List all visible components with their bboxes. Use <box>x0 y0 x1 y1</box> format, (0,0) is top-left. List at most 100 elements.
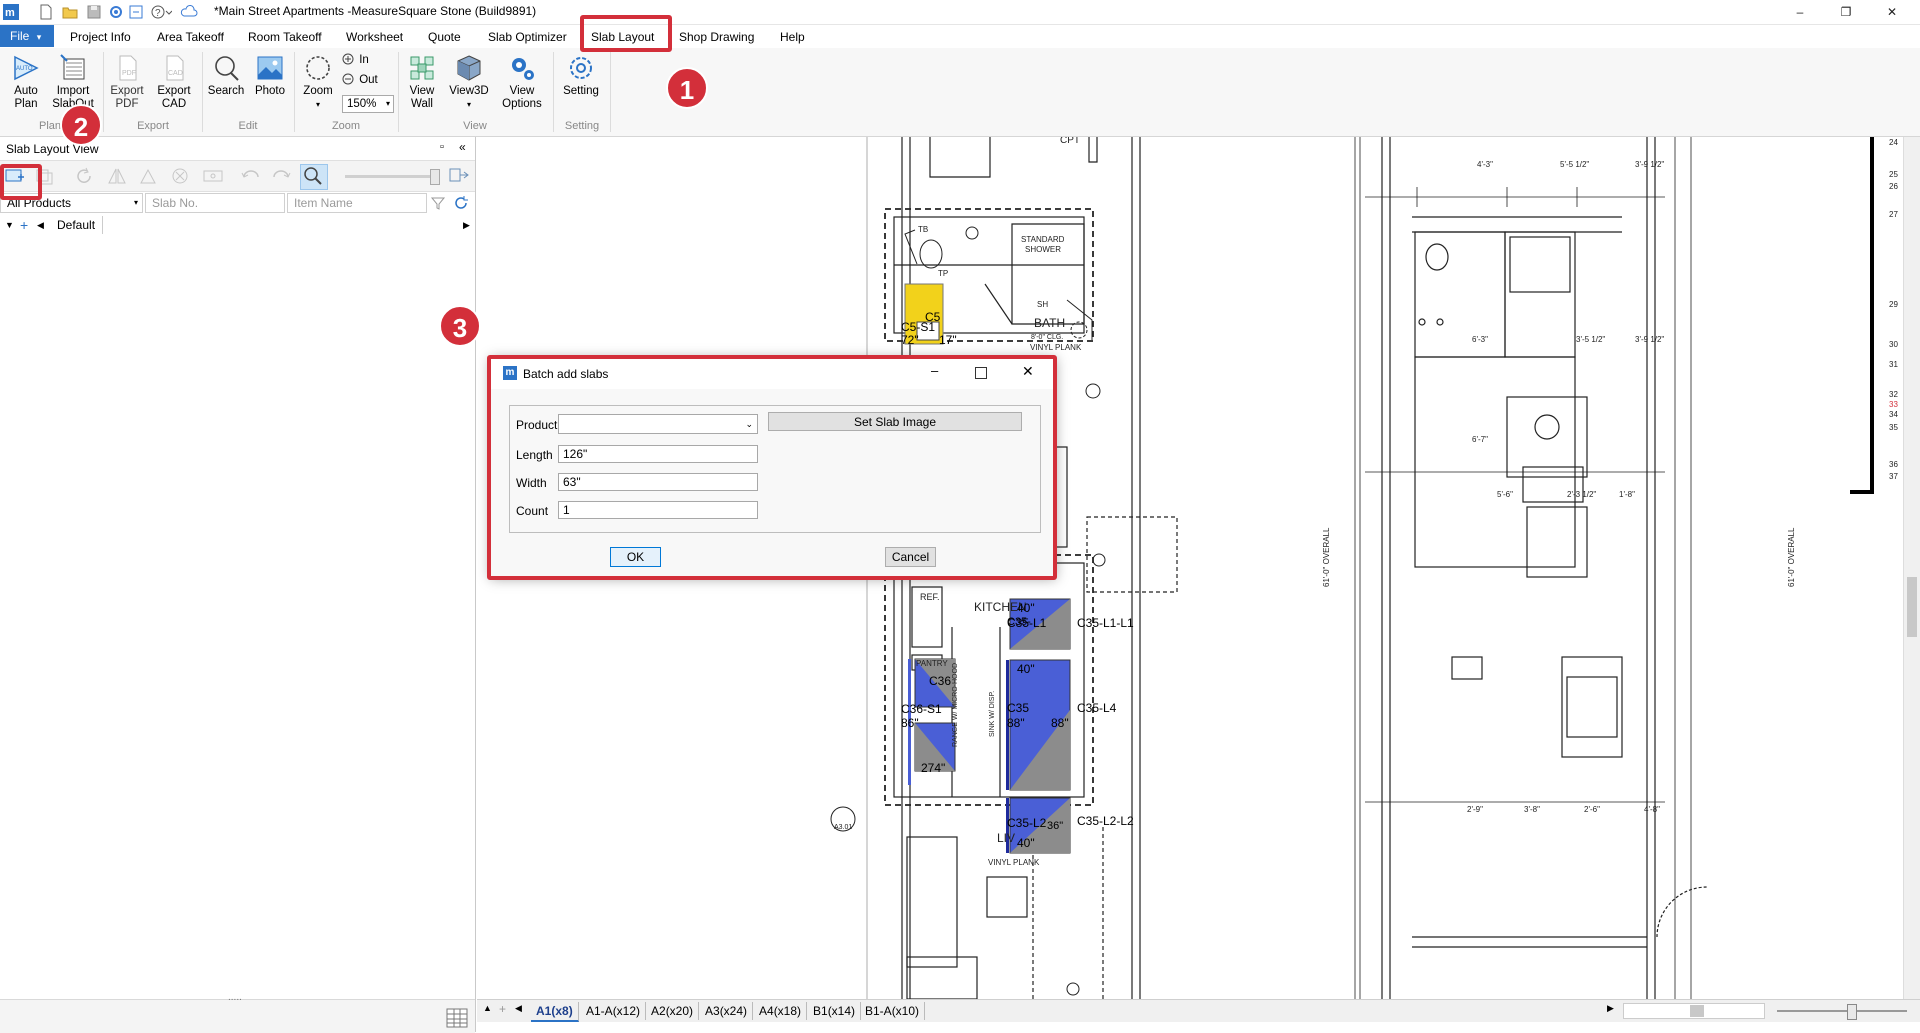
minimize-button[interactable]: – <box>1780 2 1820 22</box>
redo-icon[interactable] <box>270 167 292 185</box>
drawing-label-bath-clg: 8'-0" CLG. <box>1031 334 1063 341</box>
tree-divider <box>102 216 103 234</box>
add-group-icon[interactable]: + <box>20 216 28 234</box>
sheet-tab-a2-count: (x20) <box>665 1004 694 1018</box>
view-wall-button[interactable]: View Wall <box>402 53 442 111</box>
view3d-cube-icon <box>457 55 481 81</box>
sheet-tab-a1-a-name: A1-A <box>586 1004 613 1018</box>
vertical-scroll-thumb[interactable] <box>1907 577 1917 637</box>
search-slab-icon[interactable] <box>300 164 328 190</box>
grid-view-icon[interactable] <box>446 1008 468 1028</box>
photo-button[interactable]: Photo <box>250 53 290 98</box>
tab-quote[interactable]: Quote <box>428 28 461 46</box>
horizontal-scrollbar[interactable] <box>1623 1003 1765 1019</box>
zoom-out-icon <box>342 73 354 85</box>
view3d-button[interactable]: View3D ▾ <box>446 53 492 111</box>
open-folder-icon[interactable] <box>62 4 78 20</box>
zoom-slider-thumb[interactable] <box>430 169 440 185</box>
slab-number-filter-input[interactable]: Slab No. <box>145 193 285 213</box>
export-cad-button[interactable]: CAD Export CAD <box>152 53 196 111</box>
tab-slab-optimizer[interactable]: Slab Optimizer <box>488 28 567 46</box>
slab-label-dim-40c: 40" <box>1017 836 1035 850</box>
item-name-filter-input[interactable]: Item Name <box>287 193 427 213</box>
sheet-tab-a1-a[interactable]: A1-A(x12) <box>581 1002 647 1020</box>
sheet-tab-a2[interactable]: A2(x20) <box>646 1002 700 1020</box>
svg-text:30: 30 <box>1889 340 1898 349</box>
import-slabout-icon <box>60 54 85 80</box>
rotate-icon[interactable] <box>74 167 96 185</box>
file-dropdown-arrow-icon: ▾ <box>36 32 42 42</box>
zoom-track[interactable] <box>1777 1010 1907 1012</box>
panel-resize-grip[interactable]: ..... <box>228 992 242 1003</box>
ribbon-toolbar: AUTO Auto Plan Import SlabOut Plan PDF E… <box>0 48 1920 137</box>
filter-funnel-icon[interactable] <box>430 195 446 211</box>
zoom-dropdown-arrow-icon: ▾ <box>315 100 320 109</box>
tree-row-default[interactable]: ▼ + ◀ Default ▶ <box>0 216 475 234</box>
collapse-arrow-icon[interactable]: ▼ <box>5 216 14 234</box>
zoom-in-label: In <box>359 54 369 67</box>
sheet-tab-a1[interactable]: A1(x8) <box>531 1002 579 1022</box>
tab-worksheet[interactable]: Worksheet <box>346 28 403 46</box>
sheet-tab-a3[interactable]: A3(x24) <box>700 1002 754 1020</box>
slab-label-c35-l2-l2: C35-L2-L2 <box>1077 814 1134 828</box>
sheet-next-icon[interactable]: ▶ <box>1607 1003 1614 1014</box>
slab-label-c36-s1: C36-S1 <box>901 702 942 716</box>
restore-button[interactable]: ❐ <box>1826 2 1866 22</box>
tab-project-info[interactable]: Project Info <box>70 28 131 46</box>
flip-vertical-icon[interactable] <box>138 167 160 185</box>
slab-label-dim-88b: 88" <box>1051 716 1069 730</box>
add-sheet-icon[interactable]: + <box>499 1002 506 1016</box>
tab-shop-drawing[interactable]: Shop Drawing <box>679 28 754 46</box>
flip-horizontal-icon[interactable] <box>106 167 128 185</box>
drawing-label-shower: SHOWER <box>1025 245 1061 254</box>
horizontal-scroll-thumb[interactable] <box>1690 1005 1704 1017</box>
settings-gear-icon[interactable] <box>108 4 124 20</box>
canvas-vertical-scrollbar[interactable] <box>1903 137 1920 999</box>
panel-float-icon[interactable]: ▫ <box>440 141 444 153</box>
undo-icon[interactable] <box>240 167 262 185</box>
tab-area-takeoff[interactable]: Area Takeoff <box>157 28 224 46</box>
sheet-tab-b1[interactable]: B1(x14) <box>808 1002 862 1020</box>
export-cad-label: Export CAD <box>157 85 191 110</box>
zoom-in-button[interactable]: In <box>342 53 392 67</box>
help-icon[interactable]: ? <box>150 4 173 20</box>
zoom-level-select[interactable]: 150% ▾ <box>342 95 394 113</box>
drawing-label-cpt: CPT <box>1060 137 1080 146</box>
panel-settings-icon[interactable] <box>448 167 470 185</box>
sheet-tab-b1-a[interactable]: B1-A(x10) <box>860 1002 926 1020</box>
export-pdf-button[interactable]: PDF Export PDF <box>107 53 147 111</box>
tab-room-takeoff[interactable]: Room Takeoff <box>248 28 322 46</box>
zoom-out-button[interactable]: Out <box>342 73 392 87</box>
cloud-icon[interactable] <box>180 4 198 20</box>
auto-plan-button[interactable]: AUTO Auto Plan <box>6 53 46 111</box>
zoom-slider-track[interactable] <box>345 175 437 178</box>
sheet-tab-bar: ▲ + ◀ A1(x8) A1-A(x12) A2(x20) A3(x24) A… <box>477 999 1920 1022</box>
svg-text:3'-5 1/2": 3'-5 1/2" <box>1576 335 1605 344</box>
sheet-scroll-up-icon[interactable]: ▲ <box>483 1003 492 1013</box>
close-button[interactable]: ✕ <box>1872 2 1912 22</box>
callout-box-batch-add-icon <box>0 164 42 200</box>
setting-button[interactable]: Setting <box>558 53 604 98</box>
slab-image-icon[interactable] <box>202 167 224 185</box>
zoom-track-thumb[interactable] <box>1847 1004 1857 1020</box>
save-icon[interactable] <box>86 4 102 20</box>
sync-icon[interactable] <box>128 4 144 20</box>
slab-label-dim-88a: 88" <box>1007 716 1025 730</box>
view-options-button[interactable]: View Options <box>498 53 546 111</box>
new-file-icon[interactable] <box>38 4 54 20</box>
panel-collapse-icon[interactable]: « <box>459 140 466 154</box>
next-group-icon[interactable]: ▶ <box>463 216 470 234</box>
sheet-prev-icon[interactable]: ◀ <box>515 1003 522 1014</box>
delete-slab-icon[interactable] <box>170 167 192 185</box>
zoom-button[interactable]: Zoom ▾ <box>298 53 338 111</box>
import-slabout-button[interactable]: Import SlabOut <box>50 53 96 111</box>
refresh-icon[interactable] <box>453 195 469 211</box>
sheet-tab-a4[interactable]: A4(x18) <box>754 1002 808 1020</box>
file-menu-button[interactable]: File ▾ <box>0 25 54 47</box>
search-button[interactable]: Search <box>205 53 247 98</box>
slab-label-c5-s1: C5-S1 <box>901 320 935 334</box>
ribbon-separator <box>610 52 611 132</box>
zoom-in-icon <box>342 53 354 65</box>
tab-help[interactable]: Help <box>780 28 805 46</box>
prev-group-icon[interactable]: ◀ <box>37 216 44 234</box>
